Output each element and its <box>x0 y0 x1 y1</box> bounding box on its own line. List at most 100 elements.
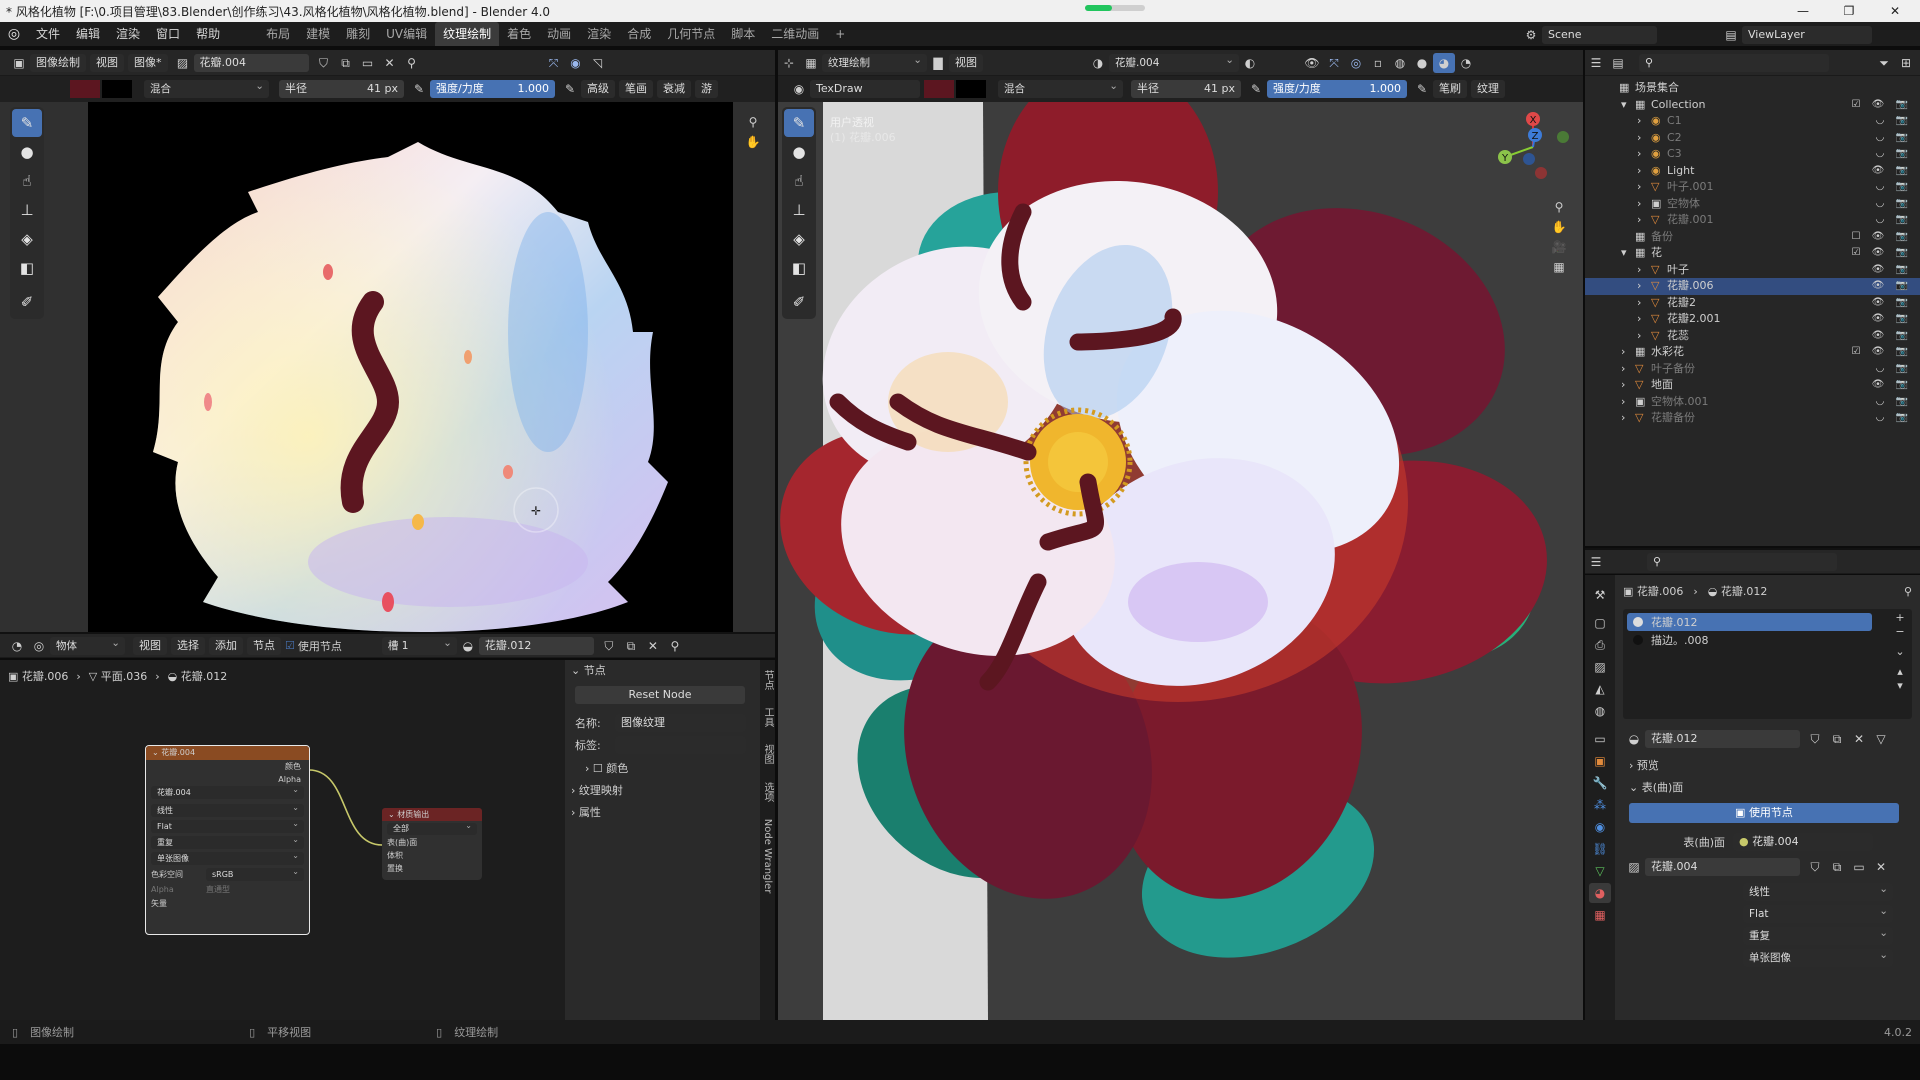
node-name-field[interactable]: 图像纹理 <box>615 714 746 732</box>
viewport-color-swatch[interactable] <box>924 80 954 98</box>
smear-brush-icon[interactable]: ☝ <box>12 167 42 195</box>
outliner-row[interactable]: ▦ 备份 ☐ 👁 📷 <box>1585 229 1920 246</box>
material-slot-1[interactable]: 描边。.008 <box>1627 631 1908 649</box>
stroke-dropdown[interactable]: 笔画 <box>619 80 653 98</box>
viewport-texture-dropdown[interactable]: 纹理 <box>1471 80 1505 98</box>
node-section-header[interactable]: ⌄ 节点 <box>565 660 760 682</box>
image-texture-node[interactable]: ⌄ 花瓣.004 颜色 Alpha 花瓣.004 线性 Flat 重复 单张图像… <box>145 745 310 935</box>
fake-user-icon[interactable]: ⛉ <box>313 53 335 73</box>
visibility-toggles[interactable]: ☑ 👁 📷 <box>1852 245 1912 262</box>
xray-icon[interactable]: ▫ <box>1367 53 1389 73</box>
expand-arrow-icon[interactable]: › <box>1637 212 1651 229</box>
tab-node-wrangler[interactable]: Node Wrangler <box>762 819 773 894</box>
scene-name[interactable]: Scene <box>1542 26 1657 44</box>
viewport-slot-icon[interactable]: ▇ <box>927 53 949 73</box>
vp-pan-icon[interactable]: ✋ <box>1548 217 1570 237</box>
editor-type-icon[interactable]: ▣ <box>8 53 30 73</box>
outliner-row[interactable]: › ▽ 花蕊 👁 📷 <box>1585 328 1920 345</box>
vp-fill-brush-icon[interactable]: ◈ <box>784 225 814 253</box>
tool-tab-icon[interactable]: ⚒ <box>1589 585 1611 605</box>
expand-arrow-icon[interactable]: › <box>1637 328 1651 345</box>
vp-zoom-icon[interactable]: ⚲ <box>1548 197 1570 217</box>
visibility-toggles[interactable]: ☑ 👁 📷 <box>1852 344 1912 361</box>
node-label-field[interactable] <box>615 736 746 754</box>
outliner-row[interactable]: › ▽ 地面 👁 📷 <box>1585 377 1920 394</box>
viewport-mode-dropdown[interactable]: 纹理绘制 <box>822 51 927 72</box>
outliner-row[interactable]: ▾ ▦ 花 ☑ 👁 📷 <box>1585 245 1920 262</box>
visibility-toggles[interactable]: ◡ 📷 <box>1876 212 1912 229</box>
material-slot-0[interactable]: 花瓣.012 <box>1627 613 1872 631</box>
expand-arrow-icon[interactable]: ▾ <box>1621 245 1635 262</box>
visibility-toggles[interactable]: 👁 📷 <box>1872 278 1912 295</box>
minimize-button[interactable]: — <box>1780 0 1826 22</box>
viewport-radius-pressure-icon[interactable]: ✎ <box>1245 79 1267 99</box>
outliner-row[interactable]: › ▽ 花瓣2.001 👁 📷 <box>1585 311 1920 328</box>
prop-pin-icon[interactable]: ⚲ <box>1904 585 1912 598</box>
prop-proj-dropdown[interactable]: Flat <box>1743 902 1893 923</box>
material-tab-icon[interactable]: ◕ <box>1589 883 1611 903</box>
brush-color-swatch[interactable] <box>70 80 100 98</box>
world-tab-icon[interactable]: ◍ <box>1589 701 1611 721</box>
unlink-image-icon[interactable]: ✕ <box>379 53 401 73</box>
new-image-icon[interactable]: ⧉ <box>335 53 357 73</box>
visibility-toggles[interactable]: ◡ 📷 <box>1876 410 1912 427</box>
vp-mask-brush-icon[interactable]: ◧ <box>784 254 814 282</box>
material-duplicate-icon[interactable]: ⧉ <box>1826 729 1848 749</box>
out-node-target[interactable]: 全部 <box>387 820 477 835</box>
image-name-field[interactable]: 花瓣.004 <box>193 53 309 72</box>
node-new-material-icon[interactable]: ⧉ <box>620 636 642 656</box>
gizmo-icon[interactable]: ◹ <box>587 53 609 73</box>
viewport-3d[interactable]: 用户透视 (1) 花瓣.006 ✎ ● ☝ ⊥ ◈ ◧ ✐ X Y Z ⚲ ✋ … <box>778 102 1583 1020</box>
surface-section[interactable]: ⌄ 表(曲)面 <box>1623 777 1912 799</box>
brush-name-field[interactable]: TexDraw <box>810 80 920 98</box>
viewport-secondary-swatch[interactable] <box>956 80 986 98</box>
prop-source-dropdown[interactable]: 单张图像 <box>1743 946 1893 967</box>
material-unlink-icon[interactable]: ✕ <box>1848 729 1870 749</box>
sync-icon[interactable]: ⤧ <box>543 53 565 73</box>
vp-clone-brush-icon[interactable]: ⊥ <box>784 196 814 224</box>
workspace-tab[interactable]: 合成 <box>619 22 659 46</box>
workspace-tab[interactable]: 建模 <box>298 22 338 46</box>
tex-node-header[interactable]: ⌄ 花瓣.004 <box>146 746 309 760</box>
remove-slot-button[interactable]: − <box>1892 625 1908 639</box>
move-up-button[interactable]: ▴ <box>1892 665 1908 679</box>
visibility-icon[interactable]: 👁 <box>1301 53 1323 73</box>
expand-arrow-icon[interactable]: › <box>1637 262 1651 279</box>
preview-section[interactable]: › 预览 <box>1623 755 1912 777</box>
viewport-radius-field[interactable]: 半径 41 px <box>1131 80 1241 98</box>
overlays-icon[interactable]: ◎ <box>1345 53 1367 73</box>
wireframe-shading-icon[interactable]: ◍ <box>1389 53 1411 73</box>
prop-interp-dropdown[interactable]: 线性 <box>1743 880 1893 901</box>
material-browse-button-icon[interactable]: ◒ <box>1623 729 1645 749</box>
prop-ext-dropdown[interactable]: 重复 <box>1743 924 1893 945</box>
node-editor-type-icon[interactable]: ◔ <box>6 636 28 656</box>
reset-node-button[interactable]: Reset Node <box>575 686 745 704</box>
maximize-button[interactable]: ❐ <box>1826 0 1872 22</box>
menu-item[interactable]: 窗口 <box>148 22 188 46</box>
node-menu-view[interactable]: 视图 <box>133 636 167 655</box>
filter-icon[interactable]: ⏷ <box>1873 53 1895 73</box>
material-shading-icon[interactable]: ◕ <box>1433 52 1455 73</box>
object-tab-icon[interactable]: ▣ <box>1589 751 1611 771</box>
expand-arrow-icon[interactable]: › <box>1621 344 1635 361</box>
outliner-row[interactable]: › ◉ C3 ◡ 📷 <box>1585 146 1920 163</box>
slot-dropdown[interactable]: 槽 1 <box>381 634 457 655</box>
workspace-tab[interactable]: 着色 <box>499 22 539 46</box>
slot-specials-button[interactable]: ⌄ <box>1892 645 1908 659</box>
workspace-tab[interactable]: UV编辑 <box>378 22 435 46</box>
add-workspace-button[interactable]: + <box>827 22 853 46</box>
image-canvas[interactable]: ✎ ● ☝ ⊥ ◈ ◧ ✐ ✛ ⚲ ✋ <box>0 102 775 632</box>
draw-brush-icon[interactable]: ✎ <box>12 109 42 137</box>
expand-arrow-icon[interactable]: › <box>1637 146 1651 163</box>
outliner-row[interactable]: › ▽ 叶子备份 ◡ 📷 <box>1585 361 1920 378</box>
workspace-tab[interactable]: 渲染 <box>579 22 619 46</box>
viewport-type-icon[interactable]: ⊹ <box>778 53 800 73</box>
viewport-strength-pressure-icon[interactable]: ✎ <box>1411 79 1433 99</box>
expand-arrow-icon[interactable]: › <box>1637 311 1651 328</box>
outliner-row[interactable]: › ▣ 空物体 ◡ 📷 <box>1585 196 1920 213</box>
visibility-toggles[interactable]: ☐ 👁 📷 <box>1852 229 1912 246</box>
node-color-section[interactable]: › ☐ 颜色 <box>565 758 760 780</box>
navigation-gizmo[interactable]: X Y Z <box>1493 107 1573 187</box>
material-output-node[interactable]: ⌄ 材质输出 全部 表(曲)面 体积 置换 <box>382 808 482 880</box>
scene-tab-icon[interactable]: ◭ <box>1589 679 1611 699</box>
